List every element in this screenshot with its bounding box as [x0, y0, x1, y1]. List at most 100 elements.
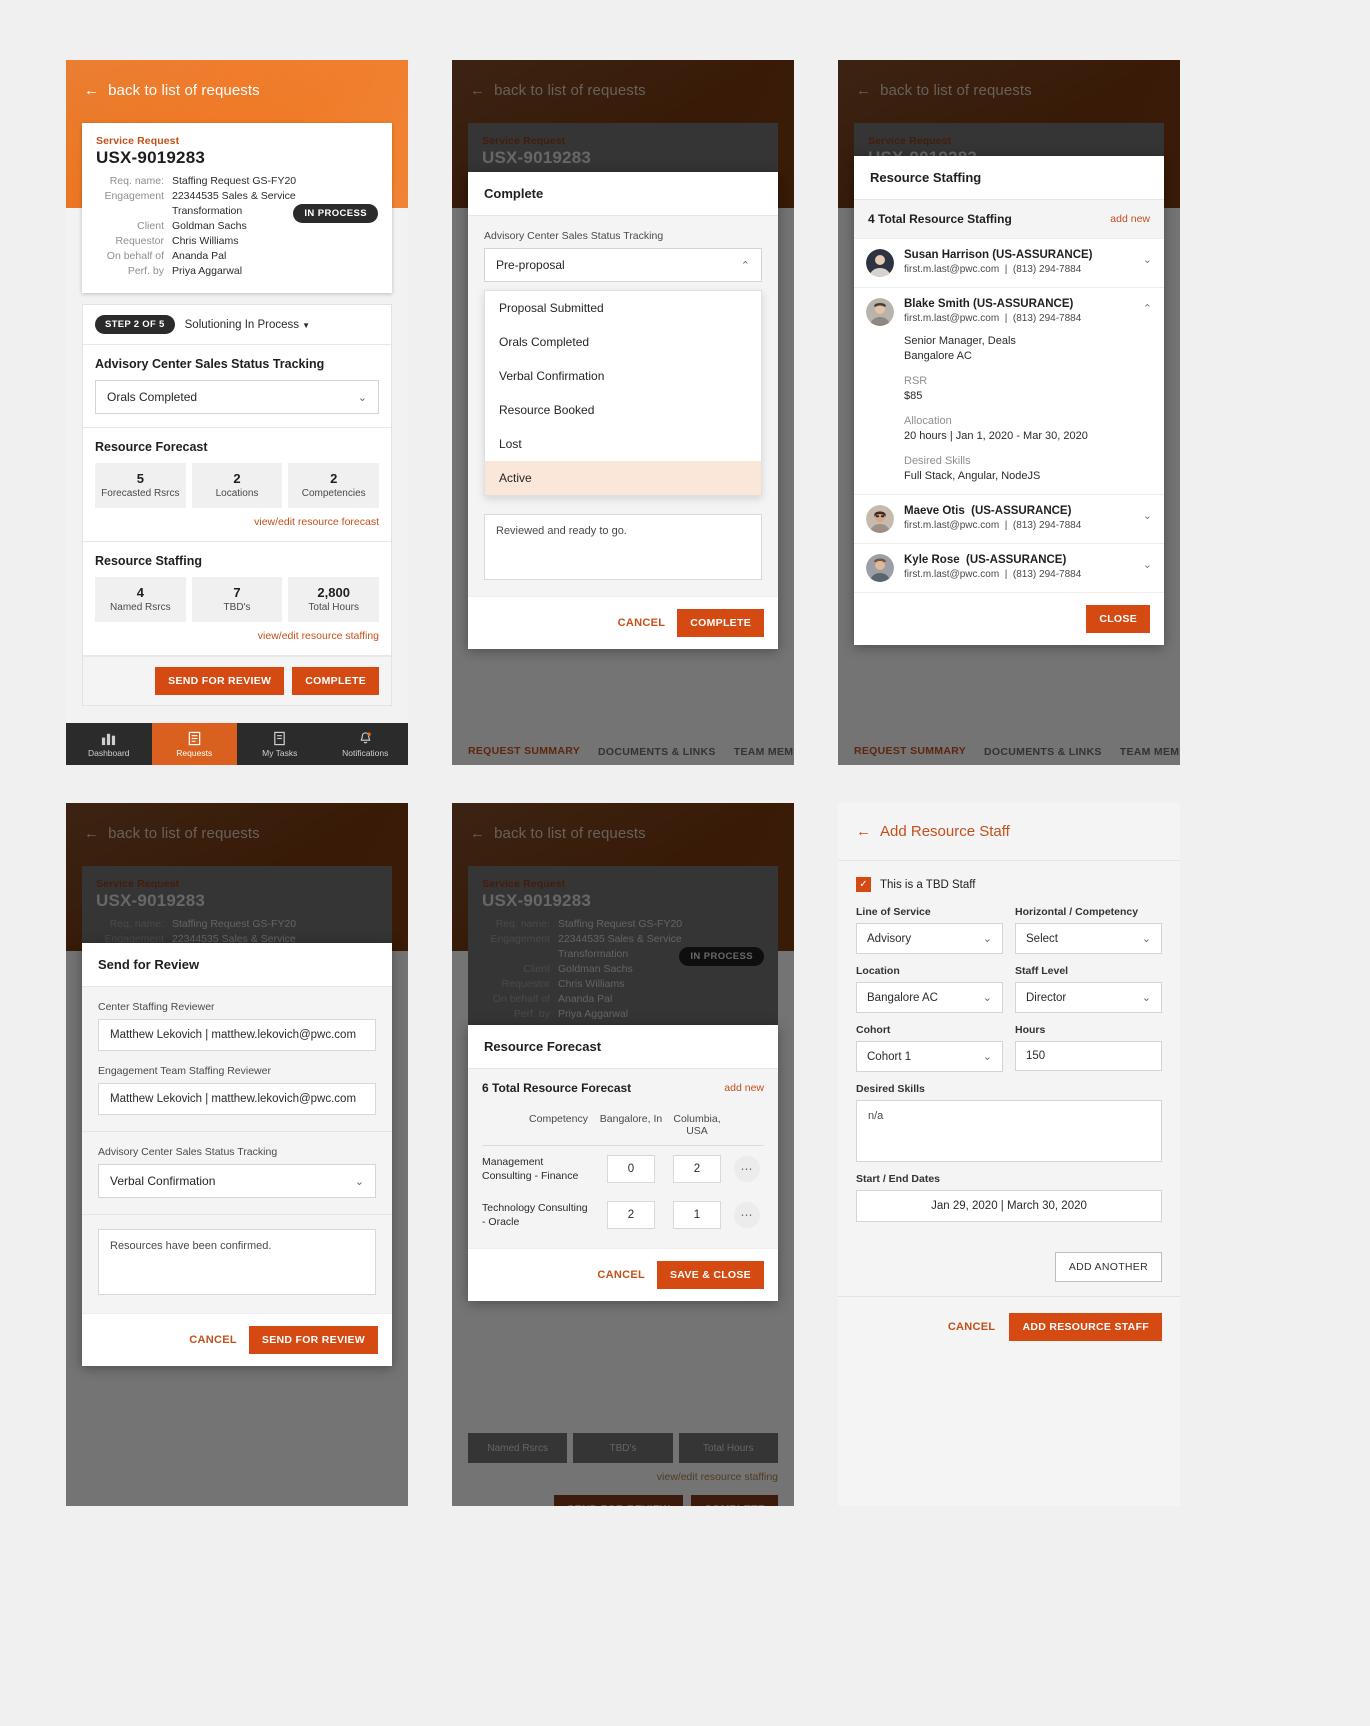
line-of-service-select[interactable]: Advisory ⌄: [856, 923, 1003, 954]
close-button[interactable]: CLOSE: [1086, 605, 1150, 633]
chevron-down-icon[interactable]: ⌄: [1143, 253, 1152, 266]
hours-input[interactable]: 150: [1015, 1041, 1162, 1071]
status-tracking-select[interactable]: Pre-proposal ⌃: [484, 248, 762, 282]
staff-list-item-expanded[interactable]: Blake Smith (US-ASSURANCE) first.m.last@…: [854, 287, 1164, 494]
status-tracking-value: Pre-proposal: [496, 258, 565, 272]
dropdown-option[interactable]: Resource Booked: [485, 393, 761, 427]
back-to-list-link[interactable]: ← back to list of requests: [66, 60, 408, 99]
cancel-button[interactable]: CANCEL: [189, 1334, 237, 1346]
panel-complete-dialog: ← back to list of requests Service Reque…: [452, 60, 794, 765]
status-dropdown-list: Proposal Submitted Orals Completed Verba…: [484, 290, 762, 496]
staff-level-select[interactable]: Director ⌄: [1015, 982, 1162, 1013]
nav-item-notifications[interactable]: Notifications: [323, 723, 409, 765]
cancel-button[interactable]: CANCEL: [597, 1269, 645, 1281]
row-columbia-cell: 2: [664, 1155, 730, 1183]
bell-icon: [360, 731, 371, 743]
status-tracking-label: Advisory Center Sales Status Tracking: [484, 230, 664, 242]
status-tracking-label: Advisory Center Sales Status Tracking: [95, 357, 325, 371]
complete-button[interactable]: COMPLETE: [677, 609, 764, 637]
add-resource-staff-button[interactable]: ADD RESOURCE STAFF: [1009, 1313, 1162, 1341]
status-tracking-label: Advisory Center Sales Status Tracking: [98, 1146, 278, 1158]
add-another-bar: ADD ANOTHER: [838, 1238, 1180, 1297]
field-value: Chris Williams: [172, 235, 239, 247]
dropdown-option[interactable]: Proposal Submitted: [485, 291, 761, 325]
resource-forecast-heading: Resource Forecast: [95, 440, 208, 454]
skills-value: Full Stack, Angular, NodeJS: [904, 470, 1041, 482]
more-options-icon[interactable]: ⋯: [734, 1156, 760, 1182]
dropdown-option-selected[interactable]: Active: [485, 461, 761, 495]
staff-name: Maeve Otis (US-ASSURANCE): [904, 505, 1072, 517]
tbd-staff-checkbox-row[interactable]: ✓ This is a TBD Staff: [856, 877, 1162, 892]
chevron-down-icon[interactable]: ⌄: [1143, 509, 1152, 522]
columbia-input[interactable]: 1: [673, 1201, 721, 1229]
status-tracking-section: Advisory Center Sales Status Tracking Or…: [83, 345, 391, 428]
center-reviewer-input[interactable]: Matthew Lekovich | matthew.lekovich@pwc.…: [98, 1019, 376, 1051]
nav-item-requests[interactable]: Requests: [151, 723, 237, 765]
horizontal-competency-select[interactable]: Select ⌄: [1015, 923, 1162, 954]
send-for-review-button[interactable]: SEND FOR REVIEW: [155, 667, 285, 695]
bangalore-input[interactable]: 0: [607, 1155, 655, 1183]
staff-list-item[interactable]: Susan Harrison (US-ASSURANCE) first.m.la…: [854, 238, 1164, 287]
save-and-close-button[interactable]: SAVE & CLOSE: [656, 1261, 764, 1289]
avatar: [866, 298, 894, 326]
row-competency: Management Consulting - Finance: [482, 1156, 579, 1182]
send-for-review-button[interactable]: SEND FOR REVIEW: [248, 1326, 378, 1354]
add-new-link[interactable]: add new: [724, 1082, 764, 1094]
status-tracking-select[interactable]: Verbal Confirmation ⌄: [98, 1164, 376, 1198]
nav-item-my-tasks[interactable]: My Tasks: [237, 723, 323, 765]
row-bangalore-cell: 0: [598, 1155, 664, 1183]
chevron-down-icon[interactable]: ⌄: [1143, 558, 1152, 571]
dropdown-option[interactable]: Orals Completed: [485, 325, 761, 359]
checkbox-checked-icon[interactable]: ✓: [856, 877, 871, 892]
field-cohort: Cohort Cohort 1 ⌄: [856, 1024, 1003, 1083]
stat-tile: 2 Locations: [191, 463, 283, 508]
comment-textarea[interactable]: Reviewed and ready to go.: [484, 514, 762, 580]
field-value: Transformation: [172, 205, 243, 217]
cancel-button[interactable]: CANCEL: [618, 617, 666, 629]
forecast-total-label: 6 Total Resource Forecast: [482, 1081, 632, 1095]
avatar: [866, 249, 894, 277]
more-options-icon[interactable]: ⋯: [734, 1202, 760, 1228]
arrow-left-icon[interactable]: ←: [856, 823, 871, 840]
cancel-button[interactable]: CANCEL: [948, 1321, 996, 1333]
app-screen: ← Add Resource Staff ✓ This is a TBD Sta…: [838, 803, 1180, 1506]
field-value: 22344535 Sales & Service: [172, 190, 296, 202]
location-select[interactable]: Bangalore AC ⌄: [856, 982, 1003, 1013]
cohort-select[interactable]: Cohort 1 ⌄: [856, 1041, 1003, 1072]
dropdown-option[interactable]: Verbal Confirmation: [485, 359, 761, 393]
team-reviewer-input[interactable]: Matthew Lekovich | matthew.lekovich@pwc.…: [98, 1083, 376, 1115]
columbia-input[interactable]: 2: [673, 1155, 721, 1183]
stat-label: Named Rsrcs: [110, 602, 171, 613]
nav-item-dashboard[interactable]: Dashboard: [66, 723, 152, 765]
bangalore-input[interactable]: 2: [607, 1201, 655, 1229]
view-edit-resource-staffing-link[interactable]: view/edit resource staffing: [95, 630, 379, 642]
staffing-total-label: 4 Total Resource Staffing: [868, 212, 1012, 226]
add-another-button[interactable]: ADD ANOTHER: [1054, 1252, 1162, 1282]
step-status[interactable]: Solutioning In Process ▼: [185, 319, 310, 331]
panel-send-for-review-dialog: ← back to list of requests Service Reque…: [66, 803, 408, 1506]
staff-list-item[interactable]: Kyle Rose (US-ASSURANCE) first.m.last@pw…: [854, 543, 1164, 592]
stat-number: 2: [233, 471, 241, 486]
comment-textarea[interactable]: Resources have been confirmed.: [98, 1229, 376, 1295]
dropdown-option[interactable]: Lost: [485, 427, 761, 461]
staff-info: Kyle Rose (US-ASSURANCE) first.m.last@pw…: [904, 554, 1081, 582]
add-new-link[interactable]: add new: [1110, 213, 1150, 225]
field-value: 150: [1026, 1050, 1046, 1062]
start-end-dates-input[interactable]: Jan 29, 2020 | March 30, 2020: [856, 1190, 1162, 1222]
field-value: Director: [1026, 991, 1067, 1004]
caret-down-icon: ▼: [302, 320, 310, 330]
view-edit-resource-forecast-link[interactable]: view/edit resource forecast: [95, 516, 379, 528]
complete-button[interactable]: COMPLETE: [292, 667, 379, 695]
step-bar[interactable]: STEP 2 OF 5 Solutioning In Process ▼: [83, 305, 391, 345]
form-footer: CANCEL ADD RESOURCE STAFF: [838, 1297, 1180, 1357]
desired-skills-textarea[interactable]: n/a: [856, 1100, 1162, 1162]
status-tracking-select[interactable]: Orals Completed ⌄: [95, 380, 379, 414]
stat-number: 2,800: [317, 585, 350, 600]
stat-tile: 2,800 Total Hours: [288, 577, 380, 622]
staff-list-item[interactable]: Maeve Otis (US-ASSURANCE) first.m.last@p…: [854, 494, 1164, 543]
staffing-summary-bar: 4 Total Resource Staffing add new: [854, 200, 1164, 238]
chevron-down-icon: ⌄: [982, 992, 992, 1004]
field-label: Horizontal / Competency: [1015, 906, 1139, 918]
chevron-up-icon[interactable]: ⌃: [1143, 302, 1152, 315]
modal-body: Advisory Center Sales Status Tracking Pr…: [468, 216, 778, 286]
